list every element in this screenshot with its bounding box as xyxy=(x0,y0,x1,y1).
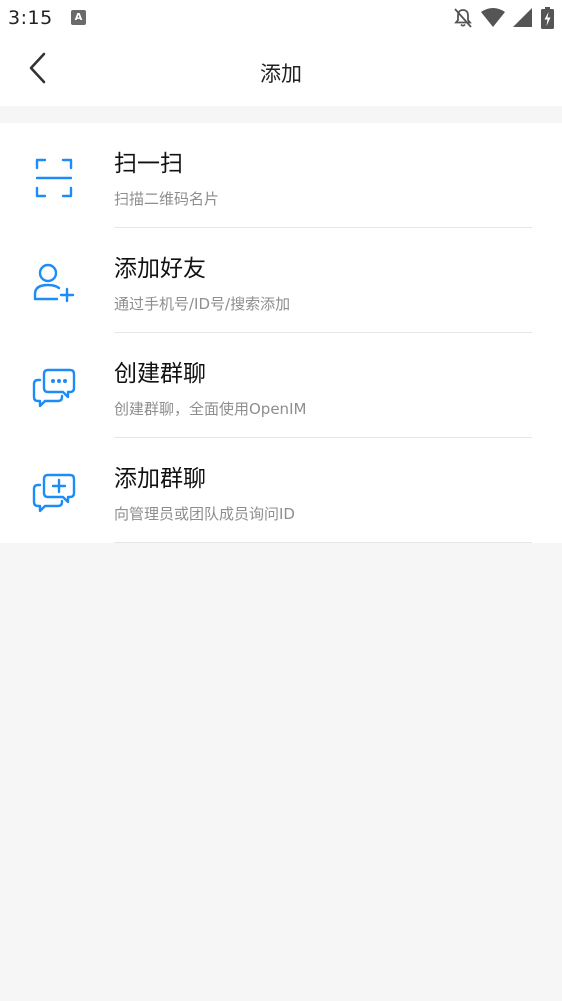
menu-item-add-friend[interactable]: 添加好友 通过手机号/ID号/搜索添加 xyxy=(0,228,562,333)
add-user-icon xyxy=(33,263,75,303)
menu-item-create-group[interactable]: 创建群聊 创建群聊，全面使用OpenIM xyxy=(0,333,562,438)
notifications-off-icon xyxy=(453,7,473,29)
page-title: 添加 xyxy=(260,62,302,86)
signal-icon xyxy=(513,8,533,28)
menu-item-subtitle: 创建群聊，全面使用OpenIM xyxy=(114,400,307,418)
menu-item-join-group[interactable]: 添加群聊 向管理员或团队成员询问ID xyxy=(0,438,562,543)
menu-item-subtitle: 扫描二维码名片 xyxy=(114,190,220,208)
menu-item-title: 添加群聊 xyxy=(114,466,206,492)
status-icons xyxy=(453,6,554,30)
app-header: 添加 xyxy=(0,36,562,106)
battery-charging-icon xyxy=(541,7,554,29)
menu-item-title: 扫一扫 xyxy=(114,151,183,177)
wifi-icon xyxy=(481,8,505,28)
status-time: 3:15 xyxy=(8,7,53,29)
status-bar: 3:15 A xyxy=(0,0,562,36)
group-chat-icon xyxy=(32,368,76,408)
add-options-list: 扫一扫 扫描二维码名片 添加好友 通过手机号/ID号/搜索添加 创建群聊 创建群… xyxy=(0,123,562,543)
divider xyxy=(114,542,532,543)
menu-item-subtitle: 通过手机号/ID号/搜索添加 xyxy=(114,295,291,313)
menu-item-subtitle: 向管理员或团队成员询问ID xyxy=(114,505,295,523)
menu-item-title: 添加好友 xyxy=(114,256,206,282)
menu-item-scan[interactable]: 扫一扫 扫描二维码名片 xyxy=(0,123,562,228)
app-notification-icon: A xyxy=(71,10,86,25)
join-group-icon xyxy=(32,473,76,513)
scan-icon xyxy=(35,158,73,198)
menu-item-title: 创建群聊 xyxy=(114,361,206,387)
